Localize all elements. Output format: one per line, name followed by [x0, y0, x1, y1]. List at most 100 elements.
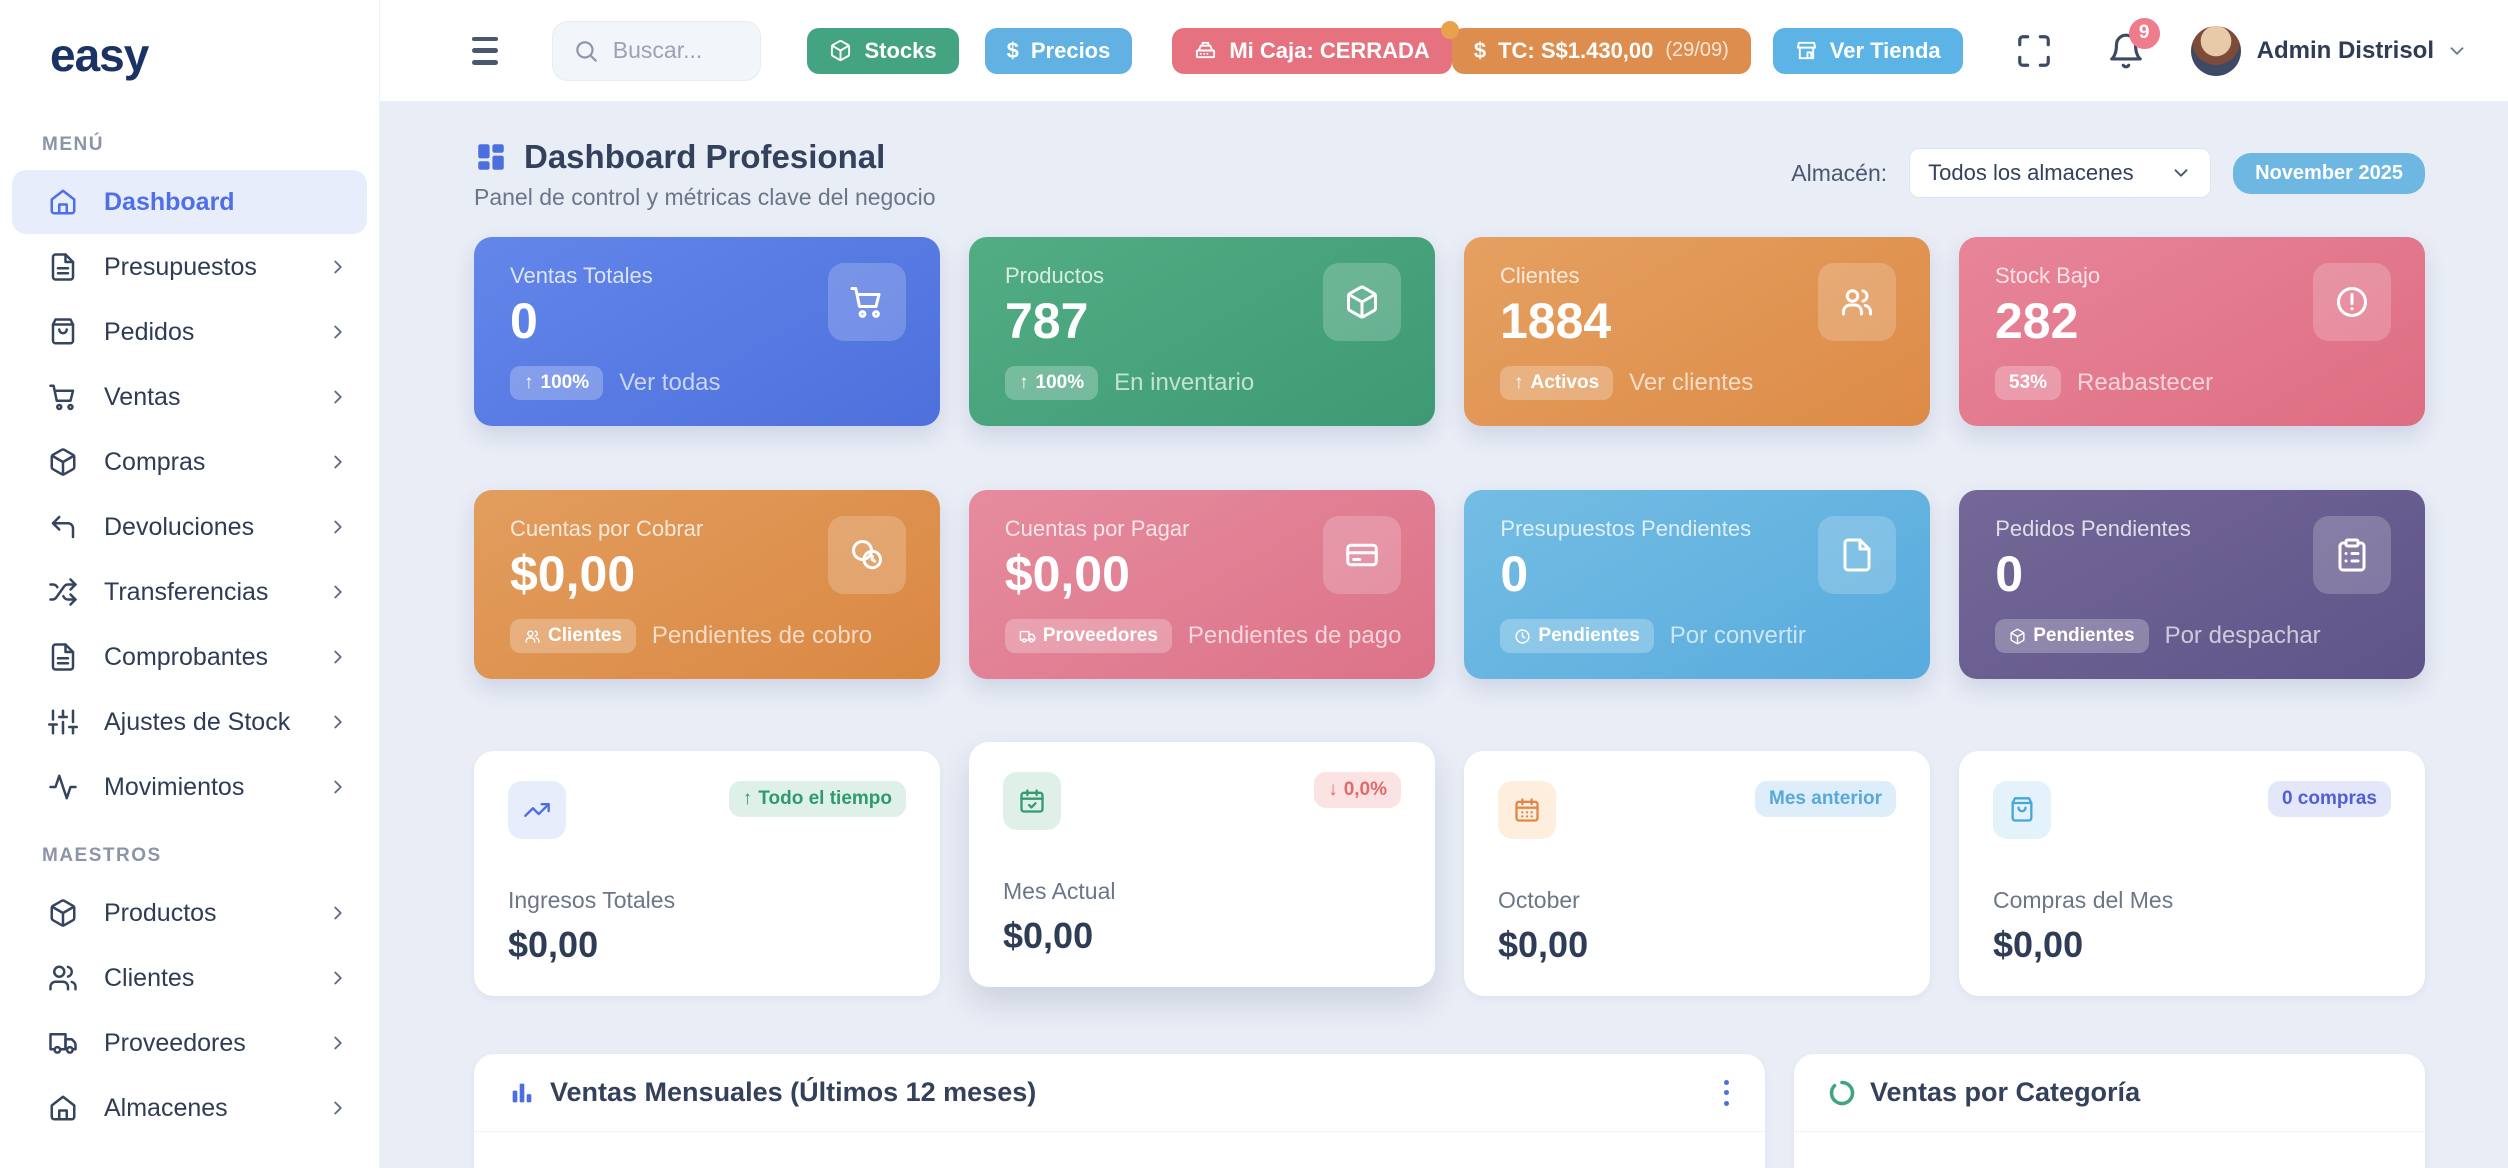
activity-icon — [48, 772, 78, 802]
kebab-menu-icon[interactable] — [1721, 1076, 1731, 1110]
sidebar-item-label: Ventas — [104, 383, 327, 412]
chart-ventas-por-categoria: Ventas por Categoría — [1794, 1054, 2425, 1168]
stat-label: Productos — [1005, 263, 1104, 289]
stat-card-productos[interactable]: Productos 787 ↑100% En inventario — [969, 237, 1435, 426]
chart-plot-area — [1794, 1132, 2425, 1168]
metric-card-october[interactable]: Mes anterior October $0,00 — [1464, 751, 1930, 996]
package-icon — [48, 898, 78, 928]
file-icon — [1818, 516, 1896, 594]
dashboard-grid-icon — [474, 140, 508, 174]
sidebar-item-proveedores[interactable]: Proveedores — [12, 1011, 367, 1075]
metric-badge: Mes anterior — [1755, 781, 1896, 817]
chevron-right-icon — [327, 256, 349, 278]
metric-label: Mes Actual — [1003, 878, 1401, 905]
store-icon — [1795, 39, 1818, 62]
sidebar-item-productos[interactable]: Productos — [12, 881, 367, 945]
sidebar-item-label: Proveedores — [104, 1029, 327, 1058]
avatar[interactable] — [2191, 26, 2241, 76]
stat-value: 0 — [1995, 548, 2191, 601]
chevron-down-icon[interactable] — [2446, 40, 2468, 62]
warehouse-select[interactable]: Todos los almacenes — [1909, 148, 2211, 198]
sidebar-item-presupuestos[interactable]: Presupuestos — [12, 235, 367, 299]
sidebar-item-label: Clientes — [104, 964, 327, 993]
stat-card-cuentas-por-cobrar[interactable]: Cuentas por Cobrar $0,00 Clientes Pendie… — [474, 490, 940, 679]
fullscreen-icon[interactable] — [2015, 32, 2053, 70]
stat-card-clientes[interactable]: Clientes 1884 ↑Activos Ver clientes — [1464, 237, 1930, 426]
notifications-count-badge: 9 — [2129, 18, 2160, 49]
metric-card-mes-actual[interactable]: ↓0,0% Mes Actual $0,00 — [969, 742, 1435, 987]
metric-value: $0,00 — [1498, 924, 1896, 966]
sidebar-item-almacenes[interactable]: Almacenes — [12, 1076, 367, 1140]
sidebar-item-label: Pedidos — [104, 318, 327, 347]
stat-note[interactable]: Reabastecer — [2077, 369, 2213, 397]
page-title: Dashboard Profesional — [524, 138, 885, 176]
document-icon — [48, 642, 78, 672]
stat-card-pedidos-pendientes[interactable]: Pedidos Pendientes 0 Pendientes Por desp… — [1959, 490, 2425, 679]
exchange-rate-label: TC: S$1.430,00 — [1498, 38, 1653, 64]
brand-logo: easy — [0, 28, 379, 82]
stat-card-cuentas-por-pagar[interactable]: Cuentas por Pagar $0,00 Proveedores Pend… — [969, 490, 1436, 679]
sidebar-item-clientes[interactable]: Clientes — [12, 946, 367, 1010]
search-box[interactable] — [552, 21, 762, 81]
exchange-rate-date: (29/09) — [1665, 39, 1728, 62]
sidebar-item-movimientos[interactable]: Movimientos — [12, 755, 367, 819]
coins-clock-icon — [828, 516, 906, 594]
package-mini-icon — [2009, 628, 2026, 645]
warehouse-selected-value: Todos los almacenes — [1928, 160, 2133, 186]
bar-chart-icon — [508, 1079, 536, 1107]
sidebar-item-ajustes-de-stock[interactable]: Ajustes de Stock — [12, 690, 367, 754]
shopping-bag-icon — [1993, 781, 2051, 839]
users-group-icon — [1818, 263, 1896, 341]
chevron-right-icon — [327, 711, 349, 733]
chevron-right-icon — [327, 1032, 349, 1054]
exchange-rate-button[interactable]: $ TC: S$1.430,00 (29/09) — [1452, 28, 1751, 74]
user-name: Admin Distrisol — [2257, 37, 2434, 65]
sidebar-item-label: Productos — [104, 899, 327, 928]
sidebar-item-dashboard[interactable]: Dashboard — [12, 170, 367, 234]
caja-button[interactable]: Mi Caja: CERRADA — [1172, 28, 1451, 74]
sidebar-item-pedidos[interactable]: Pedidos — [12, 300, 367, 364]
chart-title: Ventas Mensuales (Últimos 12 meses) — [550, 1077, 1036, 1108]
hamburger-menu-icon[interactable] — [472, 37, 498, 65]
search-input[interactable] — [613, 37, 741, 64]
chevron-right-icon — [327, 902, 349, 924]
sidebar-item-ventas[interactable]: Ventas — [12, 365, 367, 429]
stat-note[interactable]: Ver clientes — [1629, 369, 1753, 397]
stat-card-stock-bajo[interactable]: Stock Bajo 282 53% Reabastecer — [1959, 237, 2425, 426]
metric-card-compras-del-mes[interactable]: 0 compras Compras del Mes $0,00 — [1959, 751, 2425, 996]
donut-chart-icon — [1828, 1079, 1856, 1107]
chevron-right-icon — [327, 451, 349, 473]
stat-card-ventas-totales[interactable]: Ventas Totales 0 ↑100% Ver todas — [474, 237, 940, 426]
metric-card-ingresos-totales[interactable]: ↑Todo el tiempo Ingresos Totales $0,00 — [474, 751, 940, 996]
store-button[interactable]: Ver Tienda — [1773, 28, 1963, 74]
chevron-down-icon — [2170, 162, 2192, 184]
clipboard-list-icon — [2313, 516, 2391, 594]
main-column: Stocks $ Precios Mi Caja: CERRADA $ TC: … — [380, 0, 2508, 1168]
sidebar-item-label: Dashboard — [104, 188, 349, 217]
sidebar-item-compras[interactable]: Compras — [12, 430, 367, 494]
dashboard-content: Dashboard Profesional Panel de control y… — [380, 102, 2508, 1168]
sidebar-item-devoluciones[interactable]: Devoluciones — [12, 495, 367, 559]
sidebar-item-comprobantes[interactable]: Comprobantes — [12, 625, 367, 689]
notifications-bell[interactable]: 9 — [2107, 32, 2145, 70]
stat-note[interactable]: Ver todas — [619, 369, 720, 397]
stocks-button[interactable]: Stocks — [807, 28, 958, 74]
stat-value: 787 — [1005, 295, 1104, 348]
stat-label: Cuentas por Cobrar — [510, 516, 703, 542]
sidebar-item-transferencias[interactable]: Transferencias — [12, 560, 367, 624]
stat-note: Por despachar — [2165, 622, 2321, 650]
stat-value: $0,00 — [510, 548, 703, 601]
users-icon — [48, 963, 78, 993]
package-icon — [829, 39, 852, 62]
alert-circle-icon — [2313, 263, 2391, 341]
stat-badge: ↑100% — [1005, 366, 1098, 400]
metric-badge: ↑Todo el tiempo — [729, 781, 906, 817]
stat-value: 0 — [1500, 548, 1751, 601]
stat-card-presupuestos-pendientes[interactable]: Presupuestos Pendientes 0 Pendientes Por… — [1464, 490, 1930, 679]
credit-card-icon — [1323, 516, 1401, 594]
truck-mini-icon — [1019, 628, 1036, 645]
stocks-button-label: Stocks — [864, 38, 936, 64]
file-text-icon — [48, 252, 78, 282]
precios-button[interactable]: $ Precios — [985, 28, 1133, 74]
stat-label: Presupuestos Pendientes — [1500, 516, 1751, 542]
